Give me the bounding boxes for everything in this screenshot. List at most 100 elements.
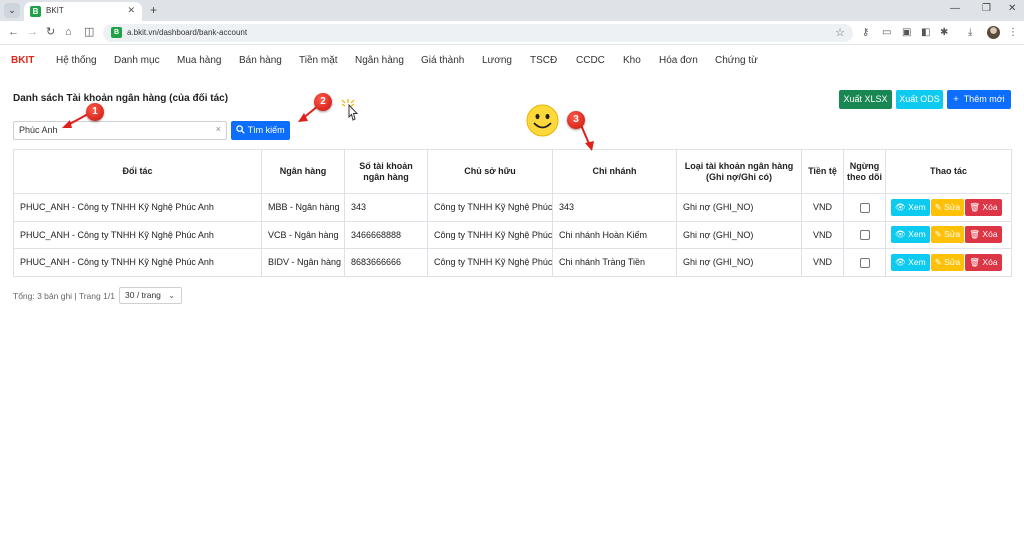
eye-icon: 👁 <box>895 256 906 267</box>
stopped-checkbox[interactable] <box>859 202 870 213</box>
cell-account: 3466668888 <box>344 220 428 249</box>
step-marker-3: 3 <box>567 111 585 129</box>
tab-groups-icon[interactable]: ◫ <box>84 25 94 39</box>
nav-ngan-hang[interactable]: Ngân hàng <box>355 55 404 66</box>
step-marker-1: 1 <box>86 103 104 121</box>
eye-icon: 👁 <box>895 229 906 240</box>
nav-ccdc[interactable]: CCDC <box>576 55 605 66</box>
delete-label: Xóa <box>982 201 998 212</box>
site-info-icon[interactable]: B <box>111 27 122 38</box>
nav-ban-hang[interactable]: Bán hàng <box>239 55 282 66</box>
tab-close-icon[interactable]: ✕ <box>127 5 135 16</box>
cell-actions: 👁 Xem ✎ Sửa 🗑 Xóa <box>885 220 1012 249</box>
trash-icon: 🗑 <box>969 229 981 240</box>
new-tab-icon[interactable]: + <box>150 3 157 17</box>
cell-stopped <box>843 220 886 249</box>
tab-search-icon[interactable]: ⌄ <box>4 3 20 18</box>
view-label: Xem <box>908 229 926 240</box>
col-header-branch[interactable]: Chi nhánh <box>552 149 677 194</box>
edit-button[interactable]: ✎ Sửa <box>930 253 965 271</box>
puzzle-icon[interactable]: ✱ <box>940 26 948 39</box>
reading-mode-icon[interactable]: ▣ <box>902 26 911 39</box>
cell-actions: 👁 Xem ✎ Sửa 🗑 Xóa <box>885 193 1012 222</box>
address-bar[interactable]: B a.bkit.vn/dashboard/bank-account ☆ <box>103 24 853 42</box>
nav-hoa-don[interactable]: Hóa đơn <box>659 55 698 66</box>
menu-kebab-icon[interactable]: ⋮ <box>1008 26 1018 39</box>
nav-danh-muc[interactable]: Danh mục <box>114 55 160 66</box>
export-xlsx-button[interactable]: Xuất XLSX <box>839 90 892 109</box>
sidebar-icon[interactable]: ◧ <box>921 26 930 39</box>
edit-label: Sửa <box>944 229 961 240</box>
cell-currency: VND <box>801 248 844 277</box>
col-header-bank[interactable]: Ngân hàng <box>261 149 345 194</box>
click-cursor-icon <box>341 99 359 121</box>
col-header-owner[interactable]: Chủ sở hữu <box>427 149 553 194</box>
view-button[interactable]: 👁 Xem <box>891 198 930 216</box>
col-header-type[interactable]: Loại tài khoản ngân hàng (Ghi nợ/Ghi có) <box>676 149 802 194</box>
chevron-down-icon: ⌄ <box>168 291 175 300</box>
view-button[interactable]: 👁 Xem <box>891 253 930 271</box>
delete-label: Xóa <box>982 256 998 267</box>
cell-partner: PHUC_ANH - Công ty TNHH Kỹ Nghệ Phúc Anh <box>13 220 262 249</box>
delete-button[interactable]: 🗑 Xóa <box>965 198 1002 216</box>
delete-button[interactable]: 🗑 Xóa <box>965 253 1002 271</box>
export-ods-button[interactable]: Xuất ODS <box>896 90 943 109</box>
col-header-actions: Thao tác <box>885 149 1012 194</box>
delete-button[interactable]: 🗑 Xóa <box>965 226 1002 244</box>
home-icon[interactable]: ⌂ <box>65 25 72 39</box>
cell-partner: PHUC_ANH - Công ty TNHH Kỹ Nghệ Phúc Anh <box>13 193 262 222</box>
password-key-icon[interactable]: ⚷ <box>862 26 869 39</box>
view-button[interactable]: 👁 Xem <box>891 226 930 244</box>
nav-mua-hang[interactable]: Mua hàng <box>177 55 221 66</box>
brand-logo[interactable]: BKIT <box>11 55 34 66</box>
stopped-checkbox[interactable] <box>859 230 870 241</box>
minimize-icon[interactable]: — <box>950 3 960 14</box>
col-header-account[interactable]: Số tài khoản ngân hàng <box>344 149 428 194</box>
download-icon[interactable]: ⤓ <box>968 26 972 39</box>
nav-tscd[interactable]: TSCĐ <box>530 55 557 66</box>
nav-chung-tu[interactable]: Chứng từ <box>715 55 758 66</box>
stopped-checkbox[interactable] <box>859 257 870 268</box>
bookmark-star-icon[interactable]: ☆ <box>835 26 845 39</box>
search-value: Phúc Anh <box>19 125 58 135</box>
browser-tab[interactable]: B BKIT ✕ <box>24 2 142 21</box>
extension-icon[interactable]: ▭ <box>882 26 891 39</box>
search-input[interactable]: Phúc Anh × <box>13 121 227 140</box>
cell-account: 8683666666 <box>344 248 428 277</box>
page-title: Danh sách Tài khoản ngân hàng (của đối t… <box>13 93 229 104</box>
nav-tien-mat[interactable]: Tiền mặt <box>299 55 338 66</box>
reload-icon[interactable]: ↻ <box>46 25 55 39</box>
add-new-button[interactable]: + Thêm mới <box>947 90 1011 109</box>
pencil-icon: ✎ <box>934 229 942 240</box>
edit-label: Sửa <box>944 201 961 212</box>
col-header-stopped[interactable]: Ngừng theo dõi <box>843 149 886 194</box>
table-row: PHUC_ANH - Công ty TNHH Kỹ Nghệ Phúc Anh… <box>13 193 1012 222</box>
clear-search-icon[interactable]: × <box>216 124 221 134</box>
col-header-currency[interactable]: Tiền tệ <box>801 149 844 194</box>
nav-luong[interactable]: Lương <box>482 55 512 66</box>
cell-type: Ghi nợ (GHI_NO) <box>676 248 802 277</box>
page-size-select[interactable]: 30 / trang ⌄ <box>119 287 182 304</box>
table-row: PHUC_ANH - Công ty TNHH Kỹ Nghệ Phúc Anh… <box>13 248 1012 277</box>
cell-account: 343 <box>344 193 428 222</box>
nav-he-thong[interactable]: Hệ thống <box>56 55 97 66</box>
restore-icon[interactable]: ❐ <box>982 3 991 14</box>
back-icon[interactable]: ← <box>8 25 19 39</box>
cell-owner: Công ty TNHH Kỹ Nghệ Phúc Anh <box>427 193 553 222</box>
edit-button[interactable]: ✎ Sửa <box>930 198 965 216</box>
nav-kho[interactable]: Kho <box>623 55 641 66</box>
search-icon <box>236 125 246 134</box>
forward-icon[interactable]: → <box>27 25 38 39</box>
pencil-icon: ✎ <box>934 256 942 267</box>
search-button[interactable]: Tìm kiếm <box>231 121 290 140</box>
cell-branch: Chi nhánh Hoàn Kiếm <box>552 220 677 249</box>
nav-gia-thanh[interactable]: Giá thành <box>421 55 464 66</box>
cell-type: Ghi nợ (GHI_NO) <box>676 220 802 249</box>
col-header-partner[interactable]: Đối tác <box>13 149 262 194</box>
edit-button[interactable]: ✎ Sửa <box>930 226 965 244</box>
favicon-icon: B <box>30 6 41 17</box>
browser-toolbar: ← → ↻ ⌂ ◫ B a.bkit.vn/dashboard/bank-acc… <box>0 21 1024 45</box>
trash-icon: 🗑 <box>969 201 981 212</box>
profile-avatar[interactable] <box>987 26 1000 39</box>
window-close-icon[interactable]: ✕ <box>1008 3 1016 14</box>
